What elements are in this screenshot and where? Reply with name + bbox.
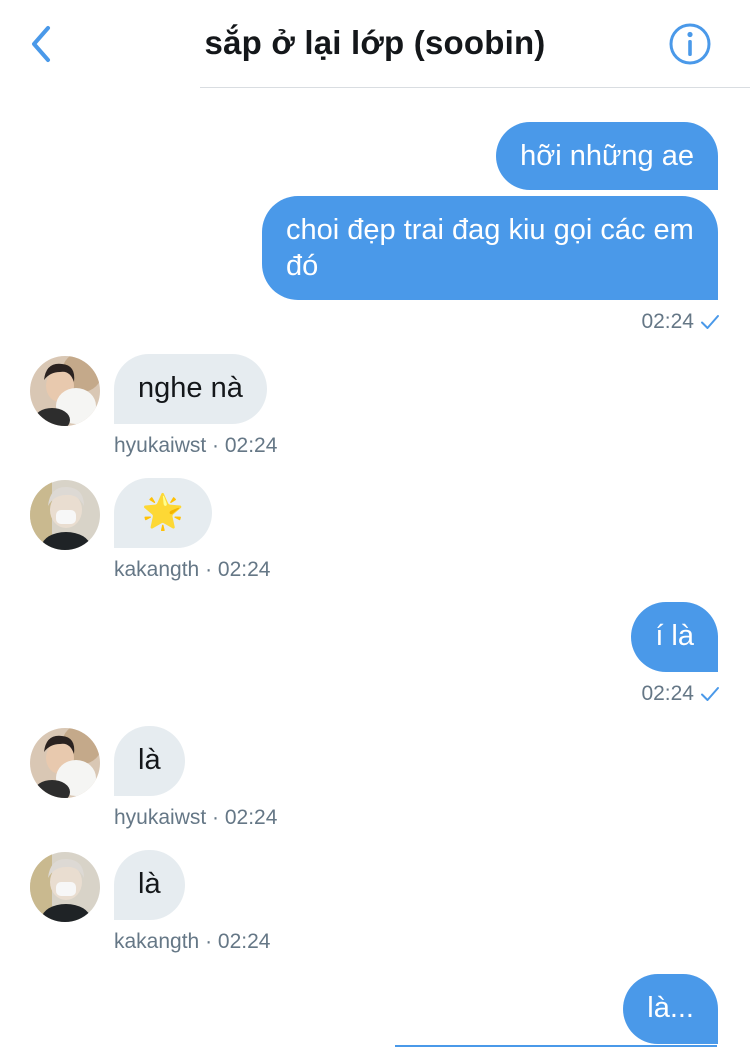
- header-divider: [200, 87, 750, 88]
- avatar[interactable]: [30, 728, 100, 798]
- message-meta: 02:24: [641, 310, 720, 334]
- message-text: là: [138, 868, 161, 900]
- message-bubble-incoming[interactable]: là: [114, 726, 185, 796]
- avatar[interactable]: [30, 480, 100, 550]
- message-bubble-outgoing[interactable]: choi đẹp trai đag kiu gọi các em đó: [262, 196, 718, 300]
- message-meta: hyukaiwst · 02:24: [114, 806, 278, 829]
- message-meta: hyukaiwst · 02:24: [114, 434, 278, 457]
- avatar[interactable]: [30, 852, 100, 922]
- message-text: hỡi những ae: [520, 140, 694, 172]
- message-bubble-incoming[interactable]: là: [114, 850, 185, 920]
- message-text: là...: [647, 992, 694, 1024]
- message-text: choi đẹp trai đag kiu gọi các em đó: [286, 214, 694, 282]
- checkmark-icon: [701, 315, 719, 329]
- info-circle-icon: [669, 23, 711, 65]
- message-emoji: 🌟: [141, 493, 185, 531]
- avatar-photo-hyukaiwst: [30, 356, 100, 426]
- avatar-photo-hyukaiwst: [30, 728, 100, 798]
- message-meta: kakangth · 02:24: [114, 558, 271, 581]
- message-bubble-outgoing[interactable]: hỡi những ae: [496, 122, 718, 190]
- avatar[interactable]: [30, 356, 100, 426]
- checkmark-icon: [701, 687, 719, 701]
- message-text: í là: [655, 620, 694, 652]
- message-time: 02:24: [641, 310, 694, 333]
- avatar-photo-kakangth: [30, 480, 100, 550]
- message-time: 02:24: [641, 682, 694, 705]
- conversation-title: sắp ở lại lớp (soobin): [204, 24, 546, 61]
- message-text: nghe nà: [138, 372, 243, 404]
- avatar-photo-kakangth: [30, 852, 100, 922]
- info-button[interactable]: [668, 22, 712, 66]
- message-bubble-outgoing[interactable]: là...: [623, 974, 718, 1044]
- message-meta: kakangth · 02:24: [114, 930, 271, 953]
- message-bubble-incoming[interactable]: nghe nà: [114, 354, 267, 424]
- conversation-header: sắp ở lại lớp (soobin): [0, 0, 750, 88]
- message-meta: 02:24: [641, 682, 720, 706]
- message-bubble-incoming[interactable]: 🌟: [114, 478, 212, 548]
- message-bubble-outgoing[interactable]: í là: [631, 602, 718, 672]
- message-text: là: [138, 744, 161, 776]
